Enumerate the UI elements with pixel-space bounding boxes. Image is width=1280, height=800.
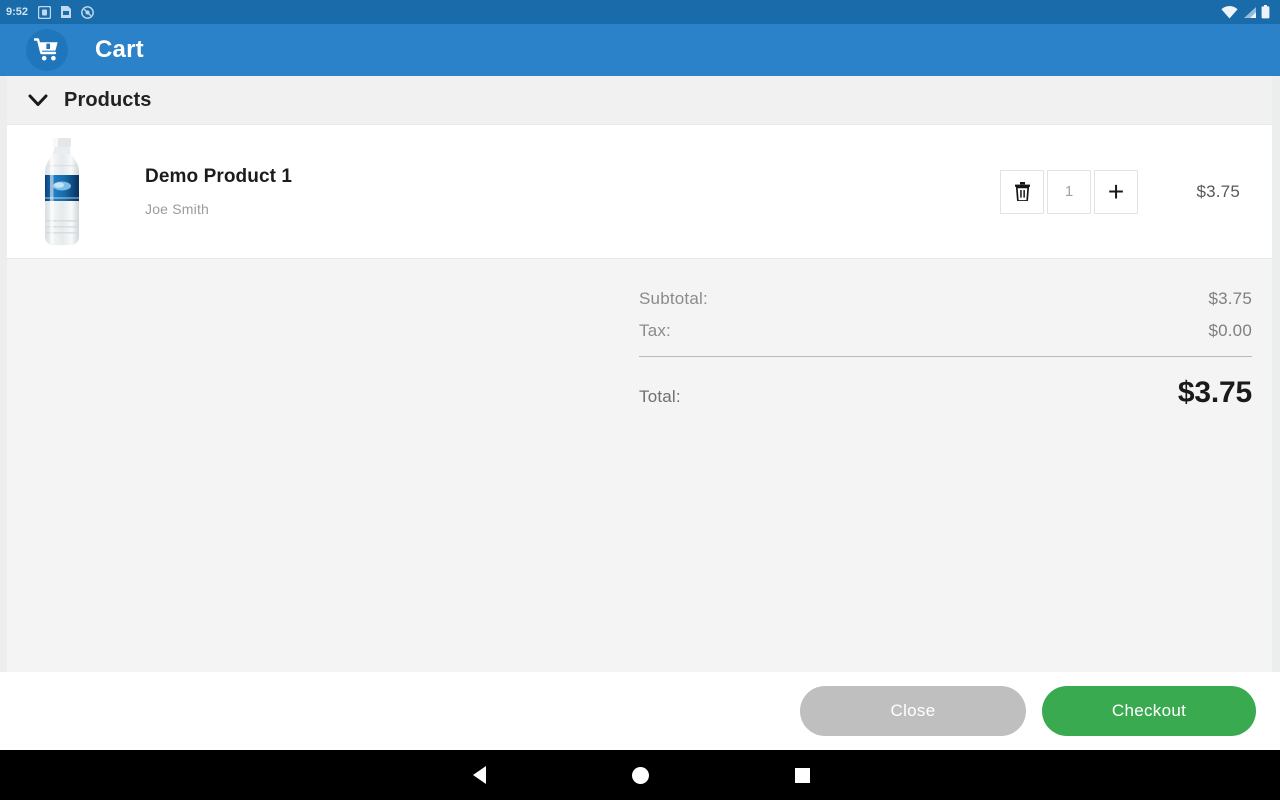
tax-row: Tax: $0.00 [639,315,1252,347]
app-bar: Cart [0,24,1280,76]
quantity-value: 1 [1064,183,1074,200]
sd-card-icon [38,5,52,19]
remove-item-button[interactable] [1000,169,1044,214]
quantity-field[interactable]: 1 [1047,169,1091,214]
no-entry-icon [81,5,94,19]
total-label: Total: [639,387,681,406]
tax-value: $0.00 [1208,321,1252,340]
quantity-controls: 1 + [1000,169,1138,214]
action-bar: Close Checkout [0,672,1280,750]
product-image [29,136,95,248]
status-left-icons [38,5,94,19]
status-time: 9:52 [6,6,29,18]
recents-square-icon [794,767,810,783]
products-section-header[interactable]: Products [7,76,1272,125]
product-details: Demo Product 1 Joe Smith [145,166,1000,217]
subtotal-value: $3.75 [1208,289,1252,308]
cart-item-row: Demo Product 1 Joe Smith 1 + $3.75 [7,125,1272,259]
plus-icon: + [1107,175,1125,207]
shopping-cart-glyph [34,38,58,61]
tax-label: Tax: [639,321,671,340]
status-right-icons [1221,5,1274,19]
home-circle-icon [631,766,649,784]
product-price: $3.75 [1196,181,1240,201]
order-totals: Subtotal: $3.75 Tax: $0.00 Total: $3.75 [639,259,1252,416]
product-seller: Joe Smith [145,201,210,217]
shopping-cart-icon[interactable] [26,29,68,71]
total-value: $3.75 [1177,376,1252,409]
subtotal-row: Subtotal: $3.75 [639,283,1252,315]
battery-icon [1261,5,1270,19]
cart-screen: 9:52 Cart Products Demo Product 1 Joe Sm… [0,0,1280,800]
nav-recents-button[interactable] [772,750,832,800]
back-triangle-icon [472,766,486,784]
chevron-down-icon[interactable] [25,87,51,113]
wifi-icon [1221,5,1238,18]
close-button[interactable]: Close [800,686,1026,736]
sim-card-icon [61,6,72,18]
android-nav-bar [0,750,1280,800]
subtotal-label: Subtotal: [639,289,708,308]
nav-home-button[interactable] [610,750,670,800]
trash-icon [1014,182,1030,201]
android-status-bar: 9:52 [0,0,1280,24]
signal-icon [1244,6,1256,18]
water-bottle-image [45,137,79,245]
products-section-title: Products [64,88,152,111]
increase-quantity-button[interactable]: + [1094,169,1138,214]
nav-back-button[interactable] [449,750,509,800]
product-name: Demo Product 1 [145,166,293,187]
page-title: Cart [95,36,144,63]
total-row: Total: $3.75 [639,357,1252,416]
checkout-button[interactable]: Checkout [1042,686,1256,736]
cart-content: Products Demo Product 1 Joe Smith 1 + $3… [0,76,1280,672]
